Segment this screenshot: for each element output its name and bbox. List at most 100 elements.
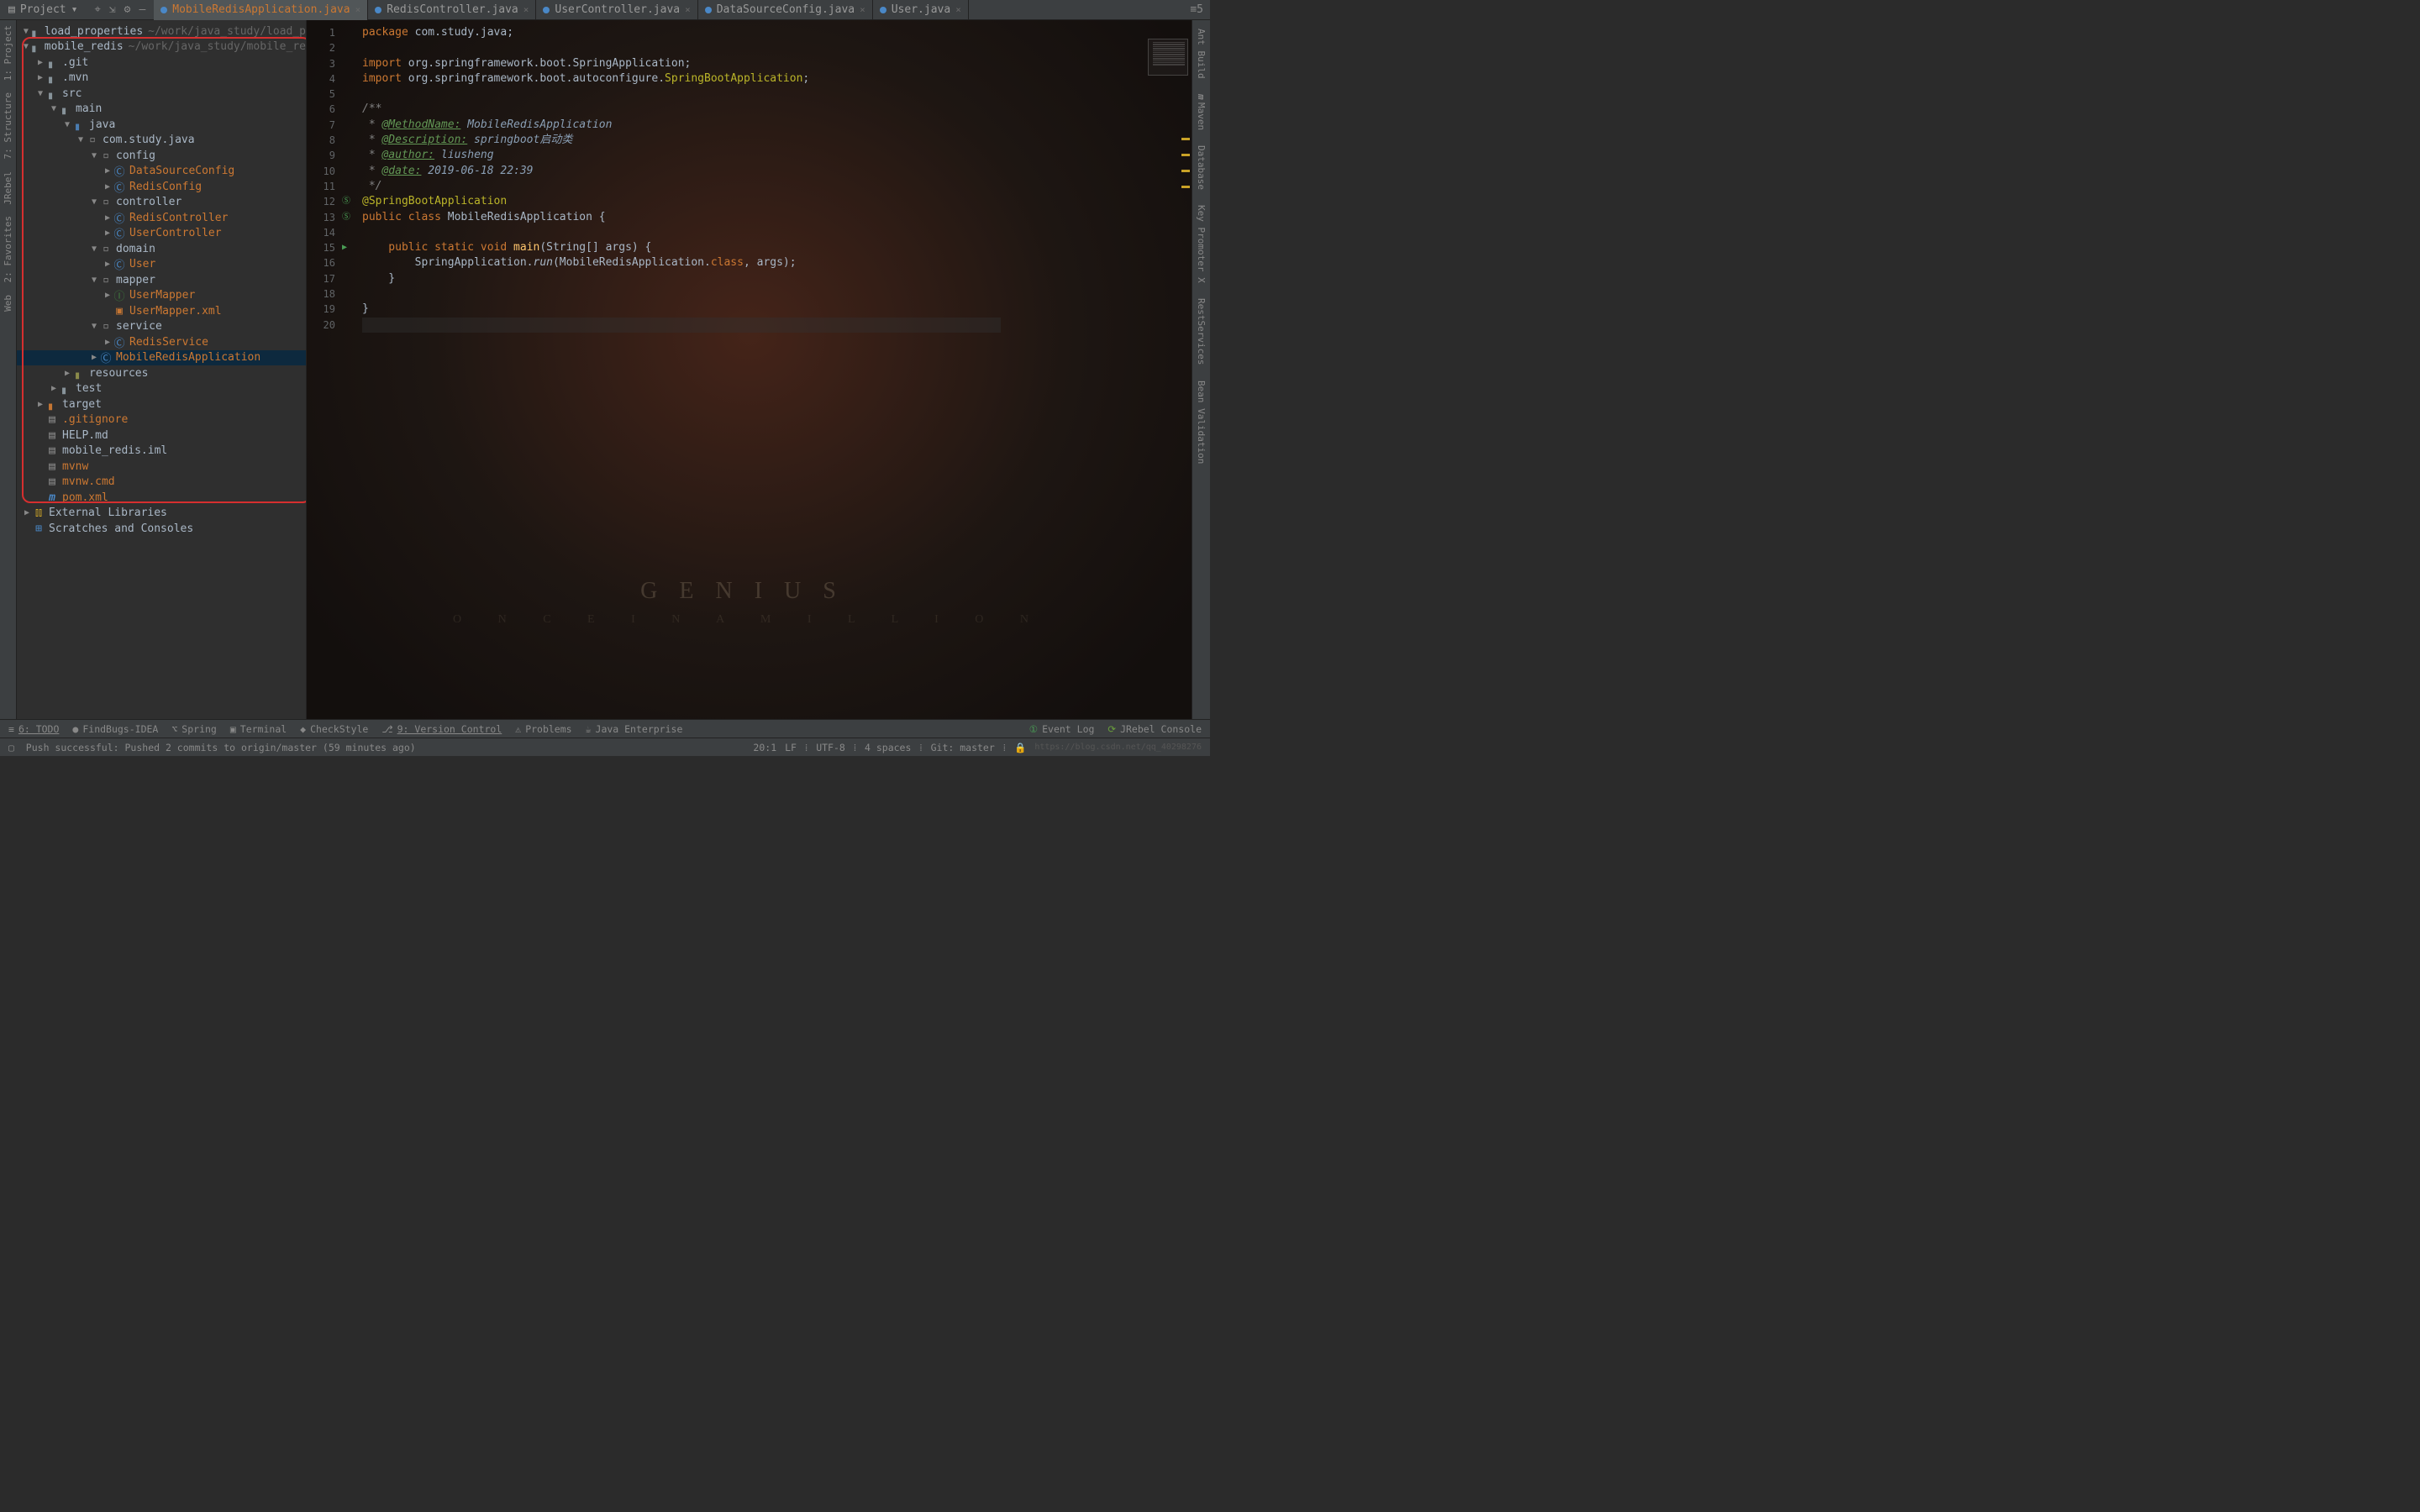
gear-icon[interactable]: ⚙: [124, 3, 131, 16]
expand-arrow-icon[interactable]: [103, 338, 113, 347]
tree-node[interactable]: mpom.xml: [17, 490, 306, 506]
file-encoding[interactable]: UTF-8: [816, 742, 845, 753]
expand-arrow-icon[interactable]: [49, 104, 59, 113]
tree-node[interactable]: ▫mapper: [17, 272, 306, 288]
tree-node[interactable]: ▖mobile_redis~/work/java_study/mobile_re: [17, 39, 306, 55]
close-icon[interactable]: ×: [685, 4, 691, 15]
tree-node[interactable]: ▫config: [17, 148, 306, 164]
collapse-icon[interactable]: ⇲: [109, 3, 116, 16]
tree-node[interactable]: ▤mvnw: [17, 459, 306, 475]
caret-position[interactable]: 20:1: [753, 742, 776, 753]
ant-tool-button[interactable]: Ant Build: [1196, 29, 1207, 79]
indent-setting[interactable]: 4 spaces: [865, 742, 911, 753]
expand-arrow-icon[interactable]: [62, 120, 72, 129]
expand-arrow-icon[interactable]: [22, 508, 32, 517]
tree-node[interactable]: ▫com.study.java: [17, 133, 306, 149]
tree-node[interactable]: ⒸUserController: [17, 226, 306, 242]
expand-arrow-icon[interactable]: [35, 58, 45, 67]
jrebel-console-button[interactable]: ⟳ JRebel Console: [1107, 723, 1202, 735]
tree-node[interactable]: ⊞Scratches and Consoles: [17, 521, 306, 537]
expand-arrow-icon[interactable]: [103, 260, 113, 269]
close-icon[interactable]: ×: [355, 4, 361, 15]
hide-icon[interactable]: —: [139, 3, 145, 16]
code-area[interactable]: package com.study.java; import org.sprin…: [357, 20, 1141, 719]
event-log-button[interactable]: ① Event Log: [1029, 723, 1095, 735]
expand-arrow-icon[interactable]: [89, 276, 99, 285]
expand-arrow-icon[interactable]: [22, 42, 30, 51]
close-icon[interactable]: ×: [955, 4, 961, 15]
editor-tab[interactable]: User.java×: [873, 0, 969, 20]
gutter-icons[interactable]: ⓈⓈ ▶: [342, 20, 357, 719]
expand-arrow-icon[interactable]: [103, 166, 113, 176]
target-icon[interactable]: ⌖: [94, 3, 100, 16]
expand-arrow-icon[interactable]: [22, 27, 30, 36]
editor-tab[interactable]: UserController.java×: [536, 0, 697, 20]
expand-arrow-icon[interactable]: [103, 228, 113, 238]
expand-arrow-icon[interactable]: [103, 213, 113, 223]
dropdown-icon[interactable]: ▾: [71, 3, 78, 16]
close-icon[interactable]: ×: [523, 4, 529, 15]
editor-tab[interactable]: RedisController.java×: [368, 0, 536, 20]
project-tool-label[interactable]: ▤ Project ▾: [0, 3, 86, 16]
expand-arrow-icon[interactable]: [62, 369, 72, 378]
close-icon[interactable]: ×: [860, 4, 865, 15]
tree-node[interactable]: ▖src: [17, 86, 306, 102]
bean-tool-button[interactable]: Bean Validation: [1196, 381, 1207, 464]
tree-node[interactable]: ⫾⫾External Libraries: [17, 506, 306, 522]
editor-tab[interactable]: DataSourceConfig.java×: [698, 0, 873, 20]
tree-node[interactable]: ▖java: [17, 117, 306, 133]
database-tool-button[interactable]: Database: [1196, 145, 1207, 190]
expand-arrow-icon[interactable]: [76, 135, 86, 144]
tree-node[interactable]: ▖target: [17, 396, 306, 412]
expand-arrow-icon[interactable]: [35, 89, 45, 98]
tree-node[interactable]: ⒸRedisController: [17, 210, 306, 226]
line-separator[interactable]: LF: [785, 742, 797, 753]
terminal-button[interactable]: ▣ Terminal: [230, 723, 287, 735]
expand-arrow-icon[interactable]: [89, 244, 99, 254]
checkstyle-button[interactable]: ◆ CheckStyle: [300, 723, 368, 735]
tree-node[interactable]: ⒸUser: [17, 257, 306, 273]
favorites-tool-button[interactable]: 2: Favorites: [3, 216, 13, 282]
tree-node[interactable]: ▖.git: [17, 55, 306, 71]
tree-node[interactable]: ⒾUserMapper: [17, 288, 306, 304]
keypromoter-tool-button[interactable]: Key Promoter X: [1196, 205, 1207, 283]
tree-node[interactable]: ▖.mvn: [17, 71, 306, 87]
tree-node[interactable]: ▤mvnw.cmd: [17, 475, 306, 491]
expand-arrow-icon[interactable]: [103, 291, 113, 300]
tree-node[interactable]: ⒸDataSourceConfig: [17, 164, 306, 180]
problems-button[interactable]: ⚠ Problems: [515, 723, 571, 735]
rest-tool-button[interactable]: RestServices: [1196, 298, 1207, 365]
tree-node[interactable]: ⒸMobileRedisApplication: [17, 350, 306, 366]
expand-arrow-icon[interactable]: [49, 384, 59, 393]
warning-marks[interactable]: [1181, 138, 1190, 188]
spring-button[interactable]: ⌥ Spring: [171, 723, 216, 735]
tree-node[interactable]: ▫domain: [17, 241, 306, 257]
git-branch[interactable]: Git: master: [931, 742, 995, 753]
tree-node[interactable]: ▫service: [17, 319, 306, 335]
tree-node[interactable]: ▣UserMapper.xml: [17, 303, 306, 319]
toggle-tools-icon[interactable]: ▢: [8, 742, 14, 753]
vcs-button[interactable]: ⎇ 9: Version Control: [381, 723, 502, 735]
tree-node[interactable]: ▫controller: [17, 195, 306, 211]
tree-node[interactable]: ▤.gitignore: [17, 412, 306, 428]
tree-node[interactable]: ⒸRedisService: [17, 334, 306, 350]
tree-node[interactable]: ⒸRedisConfig: [17, 179, 306, 195]
jrebel-tool-button[interactable]: JRebel: [3, 171, 13, 205]
editor-tab[interactable]: MobileRedisApplication.java×: [154, 0, 368, 20]
pins-label[interactable]: ≡5: [1183, 3, 1210, 16]
tree-node[interactable]: ▖resources: [17, 365, 306, 381]
project-tree[interactable]: ▖load_properties~/work/java_study/load_p…: [17, 20, 306, 540]
maven-tool-button[interactable]: m Maven: [1196, 94, 1207, 131]
expand-arrow-icon[interactable]: [89, 353, 99, 362]
line-number-gutter[interactable]: 1234567891011121314151617181920: [307, 20, 342, 719]
web-tool-button[interactable]: Web: [3, 295, 13, 312]
lock-icon[interactable]: 🔒: [1014, 742, 1026, 753]
scrollbar-minimap[interactable]: [1141, 20, 1192, 719]
javaee-button[interactable]: ☕ Java Enterprise: [586, 723, 683, 735]
expand-arrow-icon[interactable]: [89, 197, 99, 207]
structure-tool-button[interactable]: 7: Structure: [3, 92, 13, 159]
tree-node[interactable]: ▖main: [17, 102, 306, 118]
expand-arrow-icon[interactable]: [35, 73, 45, 82]
tree-node[interactable]: ▖test: [17, 381, 306, 397]
tree-node[interactable]: ▤HELP.md: [17, 428, 306, 444]
